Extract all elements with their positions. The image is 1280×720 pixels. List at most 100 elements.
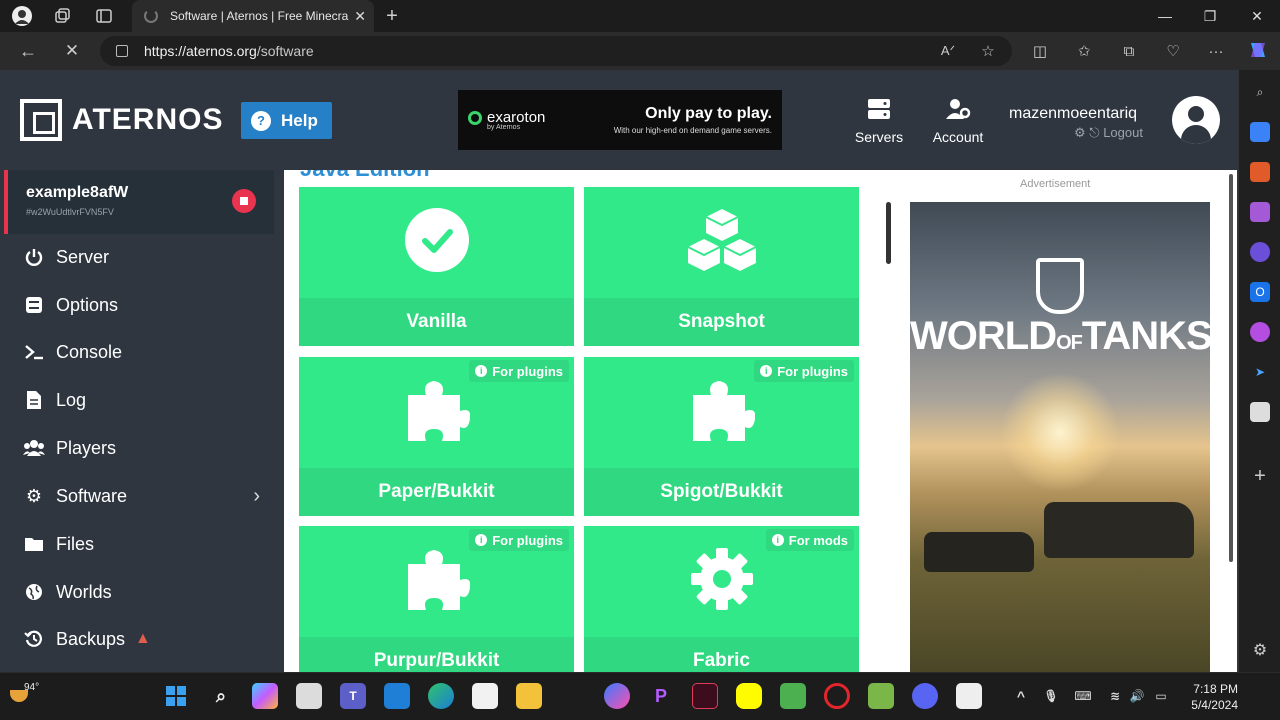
capcut-icon[interactable] xyxy=(692,683,718,709)
page-scrollbar[interactable] xyxy=(1229,174,1233,562)
task-view-icon[interactable] xyxy=(296,683,322,709)
sidebar-item-console[interactable]: Console xyxy=(0,329,284,375)
minimize-icon[interactable]: — xyxy=(1149,4,1181,28)
copilot-taskbar-icon[interactable] xyxy=(252,683,278,709)
tab-close-icon[interactable]: ✕ xyxy=(354,8,366,25)
account-icon xyxy=(946,99,971,119)
chevron-right-icon: › xyxy=(253,484,260,507)
world-of-tanks-ad[interactable]: WORLDOFTANKS xyxy=(910,202,1210,672)
sidebar-item-server[interactable]: Server xyxy=(0,234,284,280)
tab-active[interactable]: Software | Aternos | Free Minecra ✕ xyxy=(132,0,374,32)
lock-icon xyxy=(116,45,128,57)
software-card-snapshot[interactable]: Snapshot xyxy=(584,187,859,346)
collections-icon[interactable]: ⧉ xyxy=(1117,40,1141,62)
sidebar-item-options[interactable]: Options xyxy=(0,282,284,328)
copilot-sidebar-icon[interactable] xyxy=(1250,242,1270,262)
sidebar-item-label: Log xyxy=(56,389,87,410)
stop-loading-icon[interactable]: ✕ xyxy=(60,40,84,62)
help-button[interactable]: ? Help xyxy=(241,102,332,139)
tank-image xyxy=(924,532,1034,572)
back-icon[interactable]: ← xyxy=(16,40,40,62)
settings-gear-icon[interactable]: ⚙ xyxy=(1074,125,1086,140)
edge-sidebar: ⌕ O ➤ + ⚙ xyxy=(1238,70,1280,672)
sidebar-item-label: Players xyxy=(56,437,117,458)
restore-icon[interactable]: ❐ xyxy=(1194,4,1226,28)
url-bar[interactable]: https://aternos.org/software xyxy=(100,36,1012,66)
favorite-star-icon[interactable]: ☆ xyxy=(976,40,1000,62)
server-stop-button[interactable] xyxy=(232,189,256,213)
roblox-icon[interactable] xyxy=(1250,402,1270,422)
read-aloud-icon[interactable]: Aᐟ xyxy=(936,40,960,62)
profile-avatar-icon[interactable] xyxy=(10,4,34,28)
tools-icon[interactable] xyxy=(1250,162,1270,182)
split-screen-icon[interactable]: ◫ xyxy=(1028,40,1052,62)
more-menu-icon[interactable]: ··· xyxy=(1204,40,1228,62)
battery-icon[interactable]: ▭ xyxy=(1148,683,1174,709)
list-scrollbar[interactable] xyxy=(886,202,891,264)
sidebar-item-files[interactable]: Files xyxy=(0,521,284,567)
outlook-icon[interactable]: O xyxy=(1250,282,1270,302)
copilot-icon[interactable] xyxy=(1246,39,1270,61)
tray-chevron-up-icon[interactable]: ^ xyxy=(1008,683,1034,709)
logout-link[interactable]: ⚙ ⎋ Logout xyxy=(1074,125,1143,141)
info-icon: i xyxy=(771,534,784,546)
picsart-icon[interactable]: P xyxy=(648,683,674,709)
sidebar-item-players[interactable]: Players xyxy=(0,425,284,471)
workspaces-icon[interactable] xyxy=(50,4,74,28)
software-card-vanilla[interactable]: Vanilla xyxy=(299,187,574,346)
file-icon xyxy=(23,389,45,411)
microphone-icon[interactable]: 🎙 xyxy=(1038,683,1064,709)
snapchat-icon[interactable] xyxy=(736,683,762,709)
volume-icon[interactable]: 🔊 xyxy=(1124,683,1150,709)
software-card-purpur[interactable]: i For plugins Purpur/Bukkit xyxy=(299,526,574,672)
aternos-logo[interactable]: ATERNOS xyxy=(20,99,223,141)
snipping-tool-icon[interactable] xyxy=(956,683,982,709)
designer-icon[interactable] xyxy=(1250,322,1270,342)
sidebar-item-log[interactable]: Log xyxy=(0,377,284,423)
sliders-icon xyxy=(23,294,45,316)
wot-shield-logo-icon xyxy=(1036,258,1084,314)
exaroton-banner[interactable]: exaroton by Aternos Only pay to play. Wi… xyxy=(458,90,782,150)
software-card-fabric[interactable]: i For mods Fabric xyxy=(584,526,859,672)
edge-icon[interactable] xyxy=(428,683,454,709)
widgets-icon[interactable] xyxy=(384,683,410,709)
logo-text: ATERNOS xyxy=(72,103,224,136)
game-icon[interactable] xyxy=(868,683,894,709)
weather-widget[interactable]: 94° xyxy=(10,682,39,705)
sidebar-item-backups[interactable]: Backups ▲ xyxy=(0,616,284,662)
browser-essentials-icon[interactable]: ♡ xyxy=(1161,40,1185,62)
drop-icon[interactable]: ➤ xyxy=(1250,362,1270,382)
sidebar-item-software[interactable]: ⚙ Software › xyxy=(0,473,284,519)
search-icon[interactable]: ⌕ xyxy=(1250,82,1270,102)
file-explorer-icon[interactable] xyxy=(516,683,542,709)
nav-account[interactable]: Account xyxy=(928,98,988,145)
card-label: Paper/Bukkit xyxy=(299,468,574,516)
teams-icon[interactable]: T xyxy=(340,683,366,709)
discord-icon[interactable] xyxy=(912,683,938,709)
add-sidebar-icon[interactable]: + xyxy=(1250,465,1270,487)
window-close-icon[interactable]: ✕ xyxy=(1241,4,1273,28)
clock[interactable]: 7:18 PM 5/4/2024 xyxy=(1186,681,1238,713)
taskbar-search-icon[interactable]: ⌕ xyxy=(208,683,234,709)
favorites-icon[interactable]: ✩ xyxy=(1072,40,1096,62)
opera-icon[interactable] xyxy=(824,683,850,709)
loading-spinner-icon xyxy=(144,9,158,23)
store-icon[interactable] xyxy=(472,683,498,709)
sidebar-item-worlds[interactable]: Worlds xyxy=(0,569,284,615)
folder-icon xyxy=(23,533,45,555)
nav-servers[interactable]: Servers xyxy=(852,98,906,145)
start-icon[interactable] xyxy=(163,683,189,709)
new-tab-icon[interactable]: + xyxy=(380,4,404,28)
software-card-paper[interactable]: i For plugins Paper/Bukkit xyxy=(299,357,574,516)
avatar[interactable] xyxy=(1172,96,1220,144)
messenger-icon[interactable] xyxy=(604,683,630,709)
games-icon[interactable] xyxy=(1250,202,1270,222)
cubes-icon xyxy=(687,209,756,271)
keyboard-icon[interactable]: ⌨ xyxy=(1070,683,1096,709)
sidebar-settings-icon[interactable]: ⚙ xyxy=(1250,640,1270,660)
minecraft-icon[interactable] xyxy=(780,683,806,709)
shopping-icon[interactable] xyxy=(1250,122,1270,142)
banner-headline: Only pay to play. xyxy=(645,105,772,122)
vertical-tabs-icon[interactable] xyxy=(92,4,116,28)
software-card-spigot[interactable]: i For plugins Spigot/Bukkit xyxy=(584,357,859,516)
